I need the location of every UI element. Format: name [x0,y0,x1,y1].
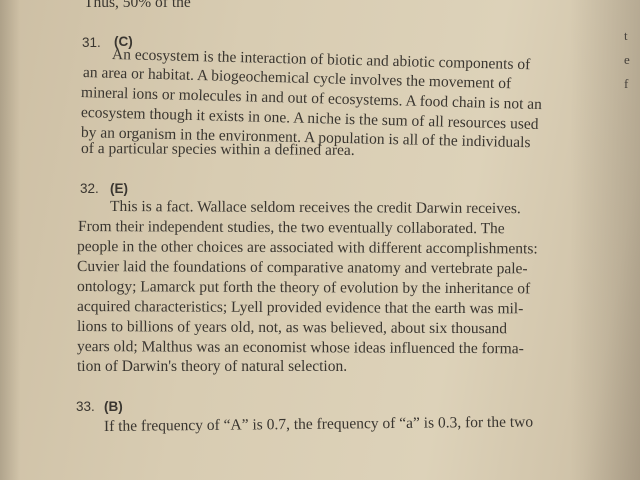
side-mark: f [624,76,629,91]
explanation-line: If the frequency of “A” is 0.7, the freq… [103,413,534,435]
explanation-line: of a particular species within a defined… [80,140,355,159]
question-number: 32. [80,181,99,196]
question-number: 33. [76,399,95,414]
explanation-line: ontology; Lamarck put forth the theory o… [76,278,531,298]
answer-letter: (E) [110,181,128,196]
explanation-line: tion of Darwin's theory of natural selec… [77,358,348,375]
explanation-line: This is a fact. Wallace seldom receives … [109,198,521,218]
question-number: 31. [82,35,101,50]
explanation-line: lions to billions of years old, not, as … [76,318,508,338]
explanation-line: acquired characteristics; Lyell provided… [76,298,524,318]
side-mark: e [624,52,630,67]
explanation-line: years old; Malthus was an economist whos… [76,338,524,358]
answer-letter: (B) [104,399,123,414]
top-text-fragment: Thus, 50% of the [84,0,191,11]
explanation-line: Cuvier laid the foundations of comparati… [76,258,528,278]
explanation-line: people in the other choices are associat… [76,238,538,258]
side-mark: t [624,28,628,43]
page-gutter-shadow [0,0,20,480]
page-curl-shadow [570,0,640,480]
explanation-line: From their independent studies, the two … [77,218,505,238]
